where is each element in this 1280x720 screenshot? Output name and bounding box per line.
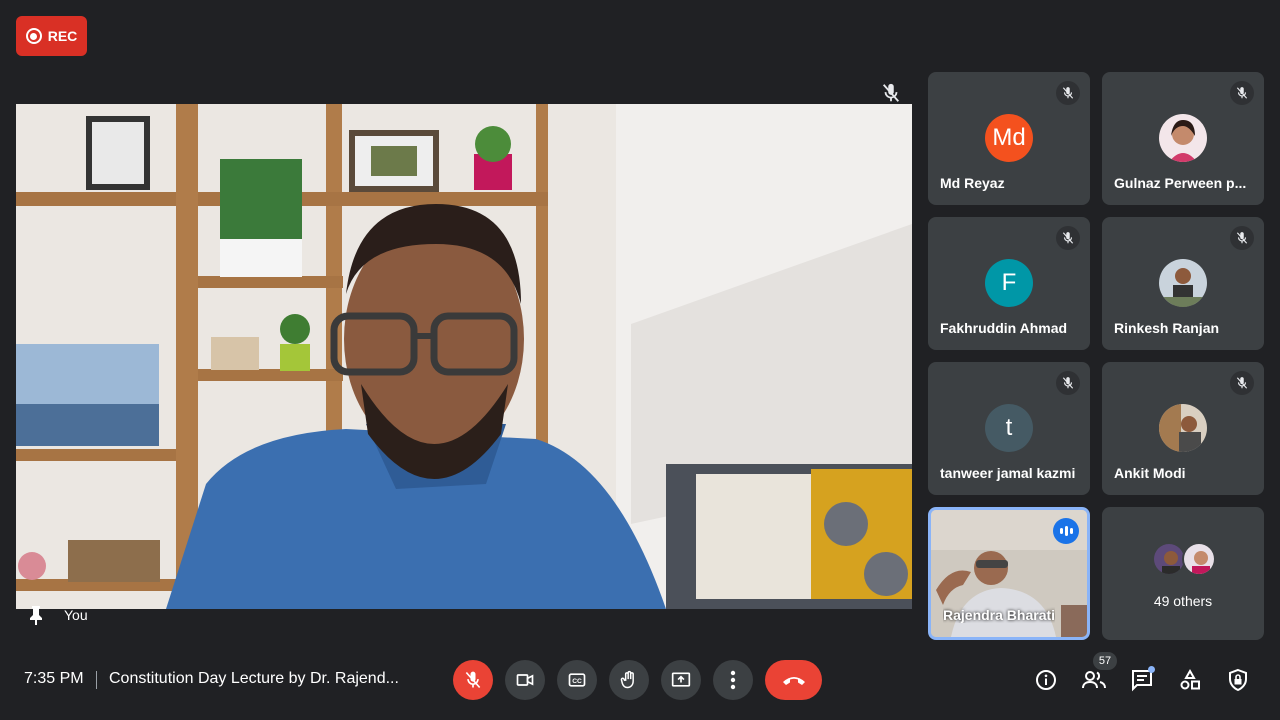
participant-name: Rinkesh Ranjan — [1114, 320, 1220, 336]
activities-icon — [1180, 668, 1200, 690]
meeting-time: 7:35 PM — [24, 670, 84, 687]
avatar — [1152, 542, 1186, 576]
camera-icon — [516, 674, 534, 686]
others-count: 49 others — [1153, 593, 1213, 609]
meeting-info-button[interactable] — [1031, 665, 1061, 695]
avatar: Md — [985, 114, 1033, 162]
chat-notification-dot — [1148, 666, 1155, 673]
main-video[interactable] — [16, 104, 912, 609]
captions-button[interactable]: CC — [557, 660, 597, 700]
record-icon — [25, 28, 42, 44]
speaking-indicator-icon — [1053, 518, 1079, 544]
recording-label: REC — [47, 28, 78, 44]
mic-off-icon — [1056, 226, 1080, 250]
participant-tile[interactable]: F Fakhruddin Ahmad — [928, 217, 1090, 350]
participant-tile-speaking[interactable]: Rajendra Bharati — [928, 507, 1090, 640]
mic-off-icon — [1230, 81, 1254, 105]
recording-badge[interactable]: REC — [16, 16, 87, 56]
avatar — [1159, 259, 1207, 307]
mic-off-icon — [1056, 371, 1080, 395]
camera-toggle-button[interactable] — [505, 660, 545, 700]
people-icon — [1082, 671, 1106, 689]
end-call-button[interactable] — [765, 660, 822, 700]
participant-name: Ankit Modi — [1114, 465, 1186, 481]
participant-name: Md Reyaz — [940, 175, 1005, 191]
more-options-button[interactable] — [713, 660, 753, 700]
present-button[interactable] — [661, 660, 701, 700]
avatar — [1159, 404, 1207, 452]
others-avatars — [1152, 542, 1216, 576]
participant-tile[interactable]: Rinkesh Ranjan — [1102, 217, 1264, 350]
participant-tile[interactable]: Gulnaz Perween p... — [1102, 72, 1264, 205]
participant-name: Fakhruddin Ahmad — [940, 320, 1068, 336]
mic-off-icon — [1230, 226, 1254, 250]
avatar: F — [985, 259, 1033, 307]
pin-icon[interactable] — [26, 604, 46, 626]
activities-button[interactable] — [1175, 665, 1205, 695]
participant-tile[interactable]: t tanweer jamal kazmi — [928, 362, 1090, 495]
meeting-title: Constitution Day Lecture by Dr. Rajend..… — [109, 670, 399, 687]
host-controls-icon — [1229, 668, 1247, 692]
mic-off-icon — [1230, 371, 1254, 395]
raise-hand-icon — [620, 670, 634, 689]
participant-tile[interactable]: Md Md Reyaz — [928, 72, 1090, 205]
mic-toggle-button[interactable] — [453, 660, 493, 700]
mic-off-icon — [880, 82, 902, 104]
host-controls-button[interactable] — [1223, 665, 1253, 695]
svg-text:CC: CC — [572, 678, 582, 685]
more-options-icon — [730, 670, 736, 690]
participant-tile[interactable]: Ankit Modi — [1102, 362, 1264, 495]
avatar: t — [985, 404, 1033, 452]
mic-off-icon — [465, 671, 481, 689]
participant-name: Gulnaz Perween p... — [1114, 175, 1247, 191]
bottom-bar: 7:35 PM Constitution Day Lecture by Dr. … — [0, 640, 1280, 720]
mic-off-icon — [1056, 81, 1080, 105]
avatar — [1159, 114, 1207, 162]
avatar — [1182, 542, 1216, 576]
captions-icon: CC — [568, 673, 586, 687]
self-view-label: You — [64, 607, 88, 623]
present-icon — [671, 672, 691, 687]
participant-count-badge: 57 — [1093, 652, 1117, 670]
end-call-icon — [782, 677, 805, 685]
info-icon — [1036, 670, 1056, 690]
raise-hand-button[interactable] — [609, 660, 649, 700]
others-tile[interactable]: 49 others — [1102, 507, 1264, 640]
divider — [96, 671, 97, 689]
participant-name: tanweer jamal kazmi — [940, 465, 1076, 481]
participant-name: Rajendra Bharati — [943, 607, 1056, 623]
video-frame-image — [16, 104, 912, 609]
